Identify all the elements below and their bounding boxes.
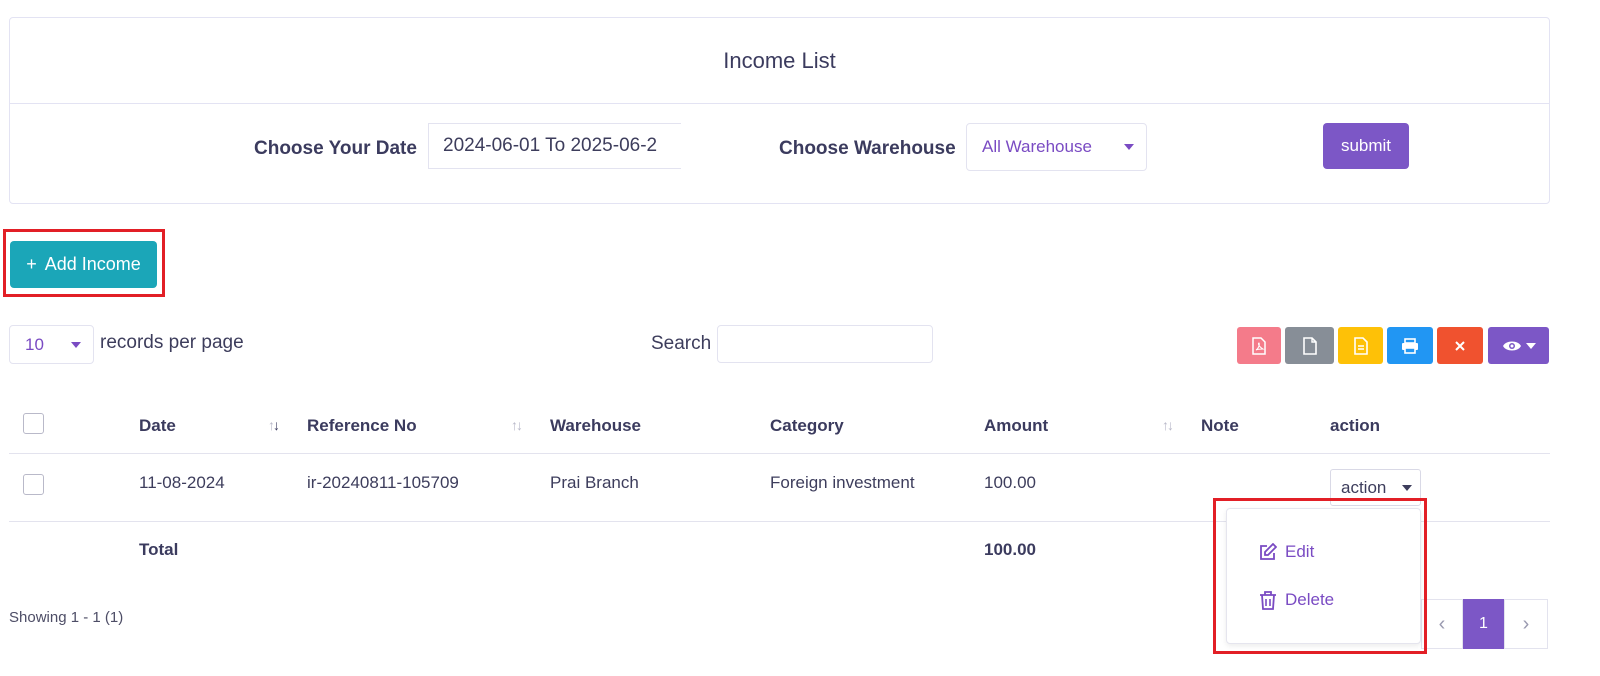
select-all-checkbox[interactable]	[23, 413, 44, 434]
export-pdf-button[interactable]	[1237, 327, 1281, 364]
filter-card: Income List Choose Your Date 2024-06-01 …	[9, 17, 1550, 204]
next-page-button[interactable]: ›	[1504, 599, 1548, 649]
column-visibility-button[interactable]	[1488, 327, 1549, 364]
column-header-date[interactable]: Date	[139, 416, 176, 436]
sort-icon[interactable]: ↑↓	[1162, 417, 1174, 433]
chevron-down-icon	[1124, 144, 1134, 150]
cell-date: 11-08-2024	[139, 473, 225, 492]
chevron-down-icon	[1402, 485, 1412, 491]
per-page-label: records per page	[100, 332, 244, 353]
chevron-down-icon	[1525, 342, 1536, 349]
column-header-action: action	[1330, 416, 1381, 435]
prev-page-button[interactable]: ‹	[1421, 599, 1463, 649]
page-title: Income List	[10, 18, 1549, 104]
print-button[interactable]	[1387, 327, 1433, 364]
submit-button[interactable]: submit	[1323, 123, 1409, 169]
cell-amount: 100.00	[984, 473, 1036, 492]
column-header-amount[interactable]: Amount	[984, 416, 1048, 436]
plus-icon: +	[26, 254, 37, 274]
sort-icon[interactable]: ↑↓	[511, 417, 523, 433]
cell-warehouse: Prai Branch	[550, 473, 639, 492]
column-header-warehouse: Warehouse	[550, 416, 642, 435]
add-income-button[interactable]: + Add Income	[10, 241, 157, 288]
chevron-down-icon	[71, 342, 81, 348]
total-amount: 100.00	[984, 540, 1036, 559]
warehouse-label: Choose Warehouse	[779, 138, 956, 159]
eye-icon	[1502, 341, 1521, 350]
add-income-label: Add Income	[44, 254, 141, 274]
search-label: Search	[651, 333, 712, 354]
clear-button[interactable]	[1437, 327, 1483, 364]
action-label: action	[1341, 477, 1387, 497]
warehouse-select[interactable]: All Warehouse	[966, 123, 1147, 171]
column-header-category: Category	[770, 416, 844, 435]
excel-icon	[1353, 336, 1368, 355]
export-csv-button[interactable]	[1285, 327, 1334, 364]
warehouse-select-value: All Warehouse	[982, 137, 1092, 156]
divider	[9, 453, 1550, 454]
per-page-value: 10	[25, 334, 44, 354]
per-page-select[interactable]: 10	[9, 325, 94, 364]
total-label: Total	[139, 540, 179, 559]
action-menu-highlight	[1213, 498, 1427, 654]
cell-category: Foreign investment	[770, 473, 915, 492]
pdf-icon	[1252, 336, 1266, 355]
row-checkbox[interactable]	[23, 474, 44, 495]
showing-info: Showing 1 - 1 (1)	[9, 609, 124, 626]
close-icon	[1455, 340, 1465, 351]
search-input[interactable]	[717, 325, 933, 363]
sort-icon[interactable]: ↑↓	[268, 417, 280, 433]
print-icon	[1402, 337, 1418, 354]
page-1-button[interactable]: 1	[1463, 599, 1504, 649]
cell-reference: ir-20240811-105709	[307, 473, 459, 492]
export-excel-button[interactable]	[1338, 327, 1383, 364]
date-range-input[interactable]: 2024-06-01 To 2025-06-2	[428, 123, 681, 169]
csv-icon	[1302, 336, 1317, 355]
date-label: Choose Your Date	[254, 138, 417, 159]
column-header-reference[interactable]: Reference No	[307, 416, 417, 436]
column-header-note: Note	[1201, 416, 1239, 435]
